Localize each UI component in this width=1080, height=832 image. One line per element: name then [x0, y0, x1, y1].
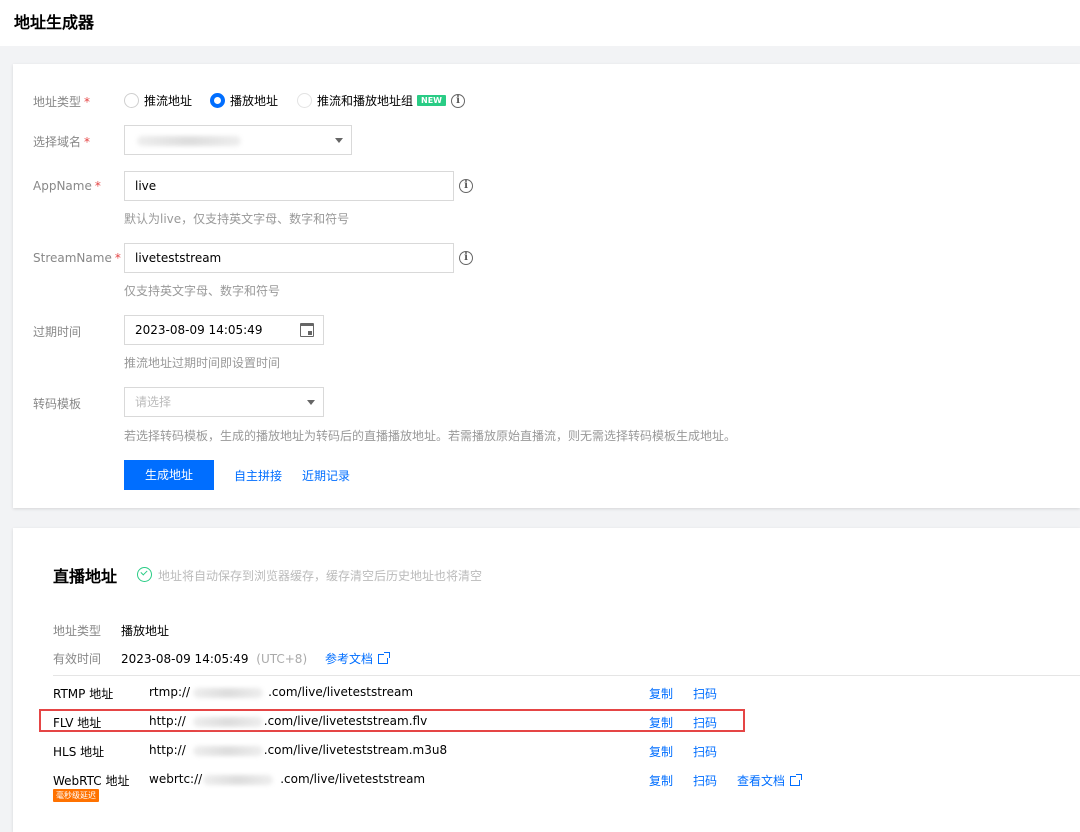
template-hint: 若选择转码模板，生成的播放地址为转码后的直播播放地址。若需播放原始直播流，则无需…: [124, 429, 737, 443]
flv-url: http://.com/live/liveteststream.flv: [149, 714, 428, 728]
rtmp-label: RTMP 地址: [53, 687, 114, 701]
reference-doc-link[interactable]: 参考文档: [325, 652, 390, 666]
custom-assemble-link[interactable]: 自主拼接: [234, 467, 282, 484]
generator-form-card: 地址类型 * 推流地址 播放地址 推流和播放地址组 NEW i 选择域名 * AppN…: [13, 64, 1080, 508]
expire-datepicker[interactable]: 2023-08-09 14:05:49: [124, 315, 324, 345]
webrtc-url: webrtc://.com/live/liveteststream: [149, 772, 426, 786]
valid-value: 2023-08-09 14:05:49 (UTC+8) 参考文档: [121, 650, 390, 667]
redacted-host: [193, 746, 263, 756]
radio-play-address[interactable]: 播放地址: [210, 92, 278, 109]
generate-address-button[interactable]: 生成地址: [124, 460, 214, 490]
address-type-label: 地址类型 *: [33, 95, 91, 109]
type-key: 地址类型: [53, 624, 102, 638]
recent-records-link[interactable]: 近期记录: [302, 467, 350, 484]
new-badge: NEW: [417, 95, 446, 106]
valid-key: 有效时间: [53, 652, 102, 666]
cache-note: 地址将自动保存到浏览器缓存，缓存清空后历史地址也将清空: [158, 569, 483, 583]
radio-push-play-group[interactable]: 推流和播放地址组 NEW: [297, 92, 446, 109]
top-bar: 地址生成器: [0, 0, 1080, 46]
radio-push-address[interactable]: 推流地址: [124, 92, 192, 109]
appname-hint: 默认为live，仅支持英文字母、数字和符号: [124, 212, 350, 226]
chevron-down-icon: [335, 138, 343, 143]
redacted-host: [193, 688, 263, 698]
copy-hls-button[interactable]: 复制: [649, 743, 673, 760]
section-title: 直播地址: [53, 567, 118, 586]
type-value: 播放地址: [121, 624, 170, 638]
redacted-host: [193, 717, 263, 727]
radio-circle-selected: [210, 93, 225, 108]
scan-hls-button[interactable]: 扫码: [693, 743, 717, 760]
hls-label: HLS 地址: [53, 745, 105, 759]
scan-flv-button[interactable]: 扫码: [693, 714, 717, 731]
external-link-icon: [377, 652, 390, 664]
page-title: 地址生成器: [14, 13, 95, 32]
appname-label: AppName *: [33, 179, 101, 193]
divider: [53, 675, 1080, 676]
rtmp-url: rtmp://.com/live/liveteststream: [149, 685, 414, 699]
streamname-hint: 仅支持英文字母、数字和符号: [124, 284, 281, 298]
domain-label: 选择域名 *: [33, 135, 91, 149]
radio-circle: [124, 93, 139, 108]
redacted-domain: [137, 136, 241, 146]
scan-webrtc-button[interactable]: 扫码: [693, 772, 717, 789]
template-select[interactable]: 请选择: [124, 387, 324, 417]
chevron-down-icon: [307, 400, 315, 405]
copy-flv-button[interactable]: 复制: [649, 714, 673, 731]
info-icon[interactable]: i: [459, 251, 473, 265]
calendar-icon: [300, 323, 314, 337]
flv-label: FLV 地址: [53, 716, 102, 730]
external-link-icon: [790, 774, 803, 786]
expire-label: 过期时间: [33, 325, 82, 339]
info-icon[interactable]: i: [451, 94, 465, 108]
appname-input[interactable]: live: [124, 171, 454, 201]
scan-rtmp-button[interactable]: 扫码: [693, 685, 717, 702]
info-icon[interactable]: i: [459, 179, 473, 193]
domain-select[interactable]: [124, 125, 352, 155]
radio-circle-disabled: [297, 93, 312, 108]
live-address-card: 直播地址 地址将自动保存到浏览器缓存，缓存清空后历史地址也将清空 地址类型 播放…: [13, 528, 1080, 832]
check-circle-icon: [137, 567, 152, 582]
webrtc-label: WebRTC 地址: [53, 774, 130, 788]
expire-hint: 推流地址过期时间即设置时间: [124, 356, 281, 370]
copy-rtmp-button[interactable]: 复制: [649, 685, 673, 702]
view-doc-link[interactable]: 查看文档: [737, 772, 803, 789]
streamname-input[interactable]: liveteststream: [124, 243, 454, 273]
latency-badge: 毫秒级延迟: [53, 789, 99, 802]
copy-webrtc-button[interactable]: 复制: [649, 772, 673, 789]
streamname-label: StreamName *: [33, 251, 121, 265]
template-label: 转码模板: [33, 397, 82, 411]
redacted-host: [203, 775, 273, 785]
